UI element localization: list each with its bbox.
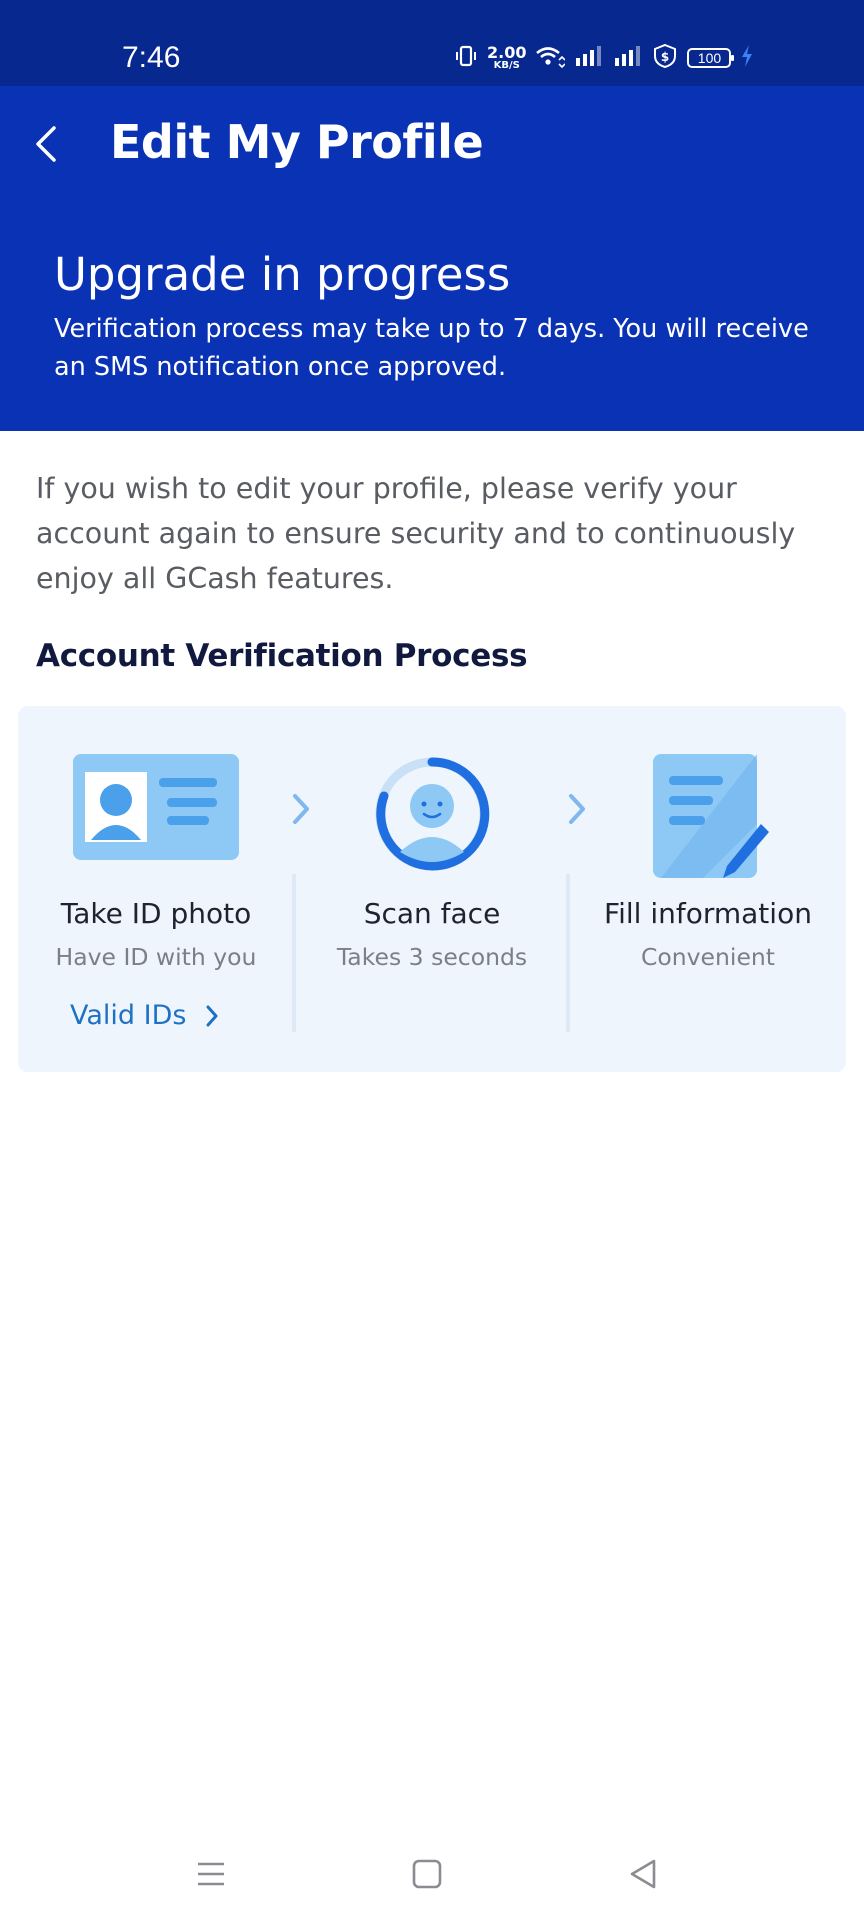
- page-title: Edit My Profile: [110, 115, 484, 169]
- step-subtitle: Have ID with you: [55, 943, 257, 971]
- upgrade-banner-description: Verification process may take up to 7 da…: [54, 314, 809, 382]
- verification-steps-card: Take ID photo Have ID with you Valid IDs…: [18, 706, 846, 1072]
- step-fill-information: Fill information Convenient: [570, 706, 846, 1072]
- chevron-right-icon: [206, 1005, 218, 1027]
- valid-ids-link[interactable]: Valid IDs: [70, 996, 220, 1036]
- valid-ids-label: Valid IDs: [70, 1000, 187, 1031]
- charging-icon: [740, 44, 754, 72]
- step-subtitle: Convenient: [640, 943, 776, 971]
- id-card-icon: [18, 754, 294, 884]
- status-bar: 7:46 2.00 KB/S $ 100: [0, 0, 864, 86]
- shield-dollar-icon: $: [652, 43, 678, 73]
- section-title: Account Verification Process: [36, 638, 528, 674]
- battery-icon: 100: [687, 48, 735, 68]
- signal-icon: [613, 45, 643, 71]
- step-title: Scan face: [363, 897, 501, 930]
- status-time: 7:46: [122, 41, 181, 74]
- form-edit-icon: [570, 754, 846, 884]
- svg-text:$: $: [661, 50, 669, 64]
- network-speed-value: 2.00: [487, 43, 527, 62]
- back-icon[interactable]: [618, 1850, 668, 1898]
- vibrate-icon: [454, 44, 478, 72]
- step-subtitle: Takes 3 seconds: [336, 943, 528, 971]
- app-header: Edit My Profile Upgrade in progress Veri…: [0, 86, 864, 431]
- wifi-icon: [535, 44, 567, 72]
- step-title: Take ID photo: [60, 897, 252, 930]
- status-icons: 2.00 KB/S $ 100: [454, 38, 754, 78]
- network-speed: 2.00 KB/S: [487, 45, 526, 71]
- upgrade-banner-title: Upgrade in progress: [54, 248, 511, 301]
- home-icon[interactable]: [402, 1850, 452, 1898]
- network-speed-unit: KB/S: [493, 60, 520, 71]
- step-scan-face: Scan face Takes 3 seconds: [294, 706, 570, 1072]
- face-scan-icon: [294, 754, 570, 884]
- step-title: Fill information: [604, 897, 812, 930]
- chevron-left-icon: [36, 126, 56, 162]
- intro-text: If you wish to edit your profile, please…: [36, 472, 796, 595]
- step-take-id-photo: Take ID photo Have ID with you Valid IDs: [18, 706, 294, 1072]
- menu-icon[interactable]: [186, 1850, 236, 1898]
- back-button[interactable]: [28, 116, 68, 172]
- signal-icon: [574, 45, 604, 71]
- system-nav-bar: [0, 1830, 864, 1920]
